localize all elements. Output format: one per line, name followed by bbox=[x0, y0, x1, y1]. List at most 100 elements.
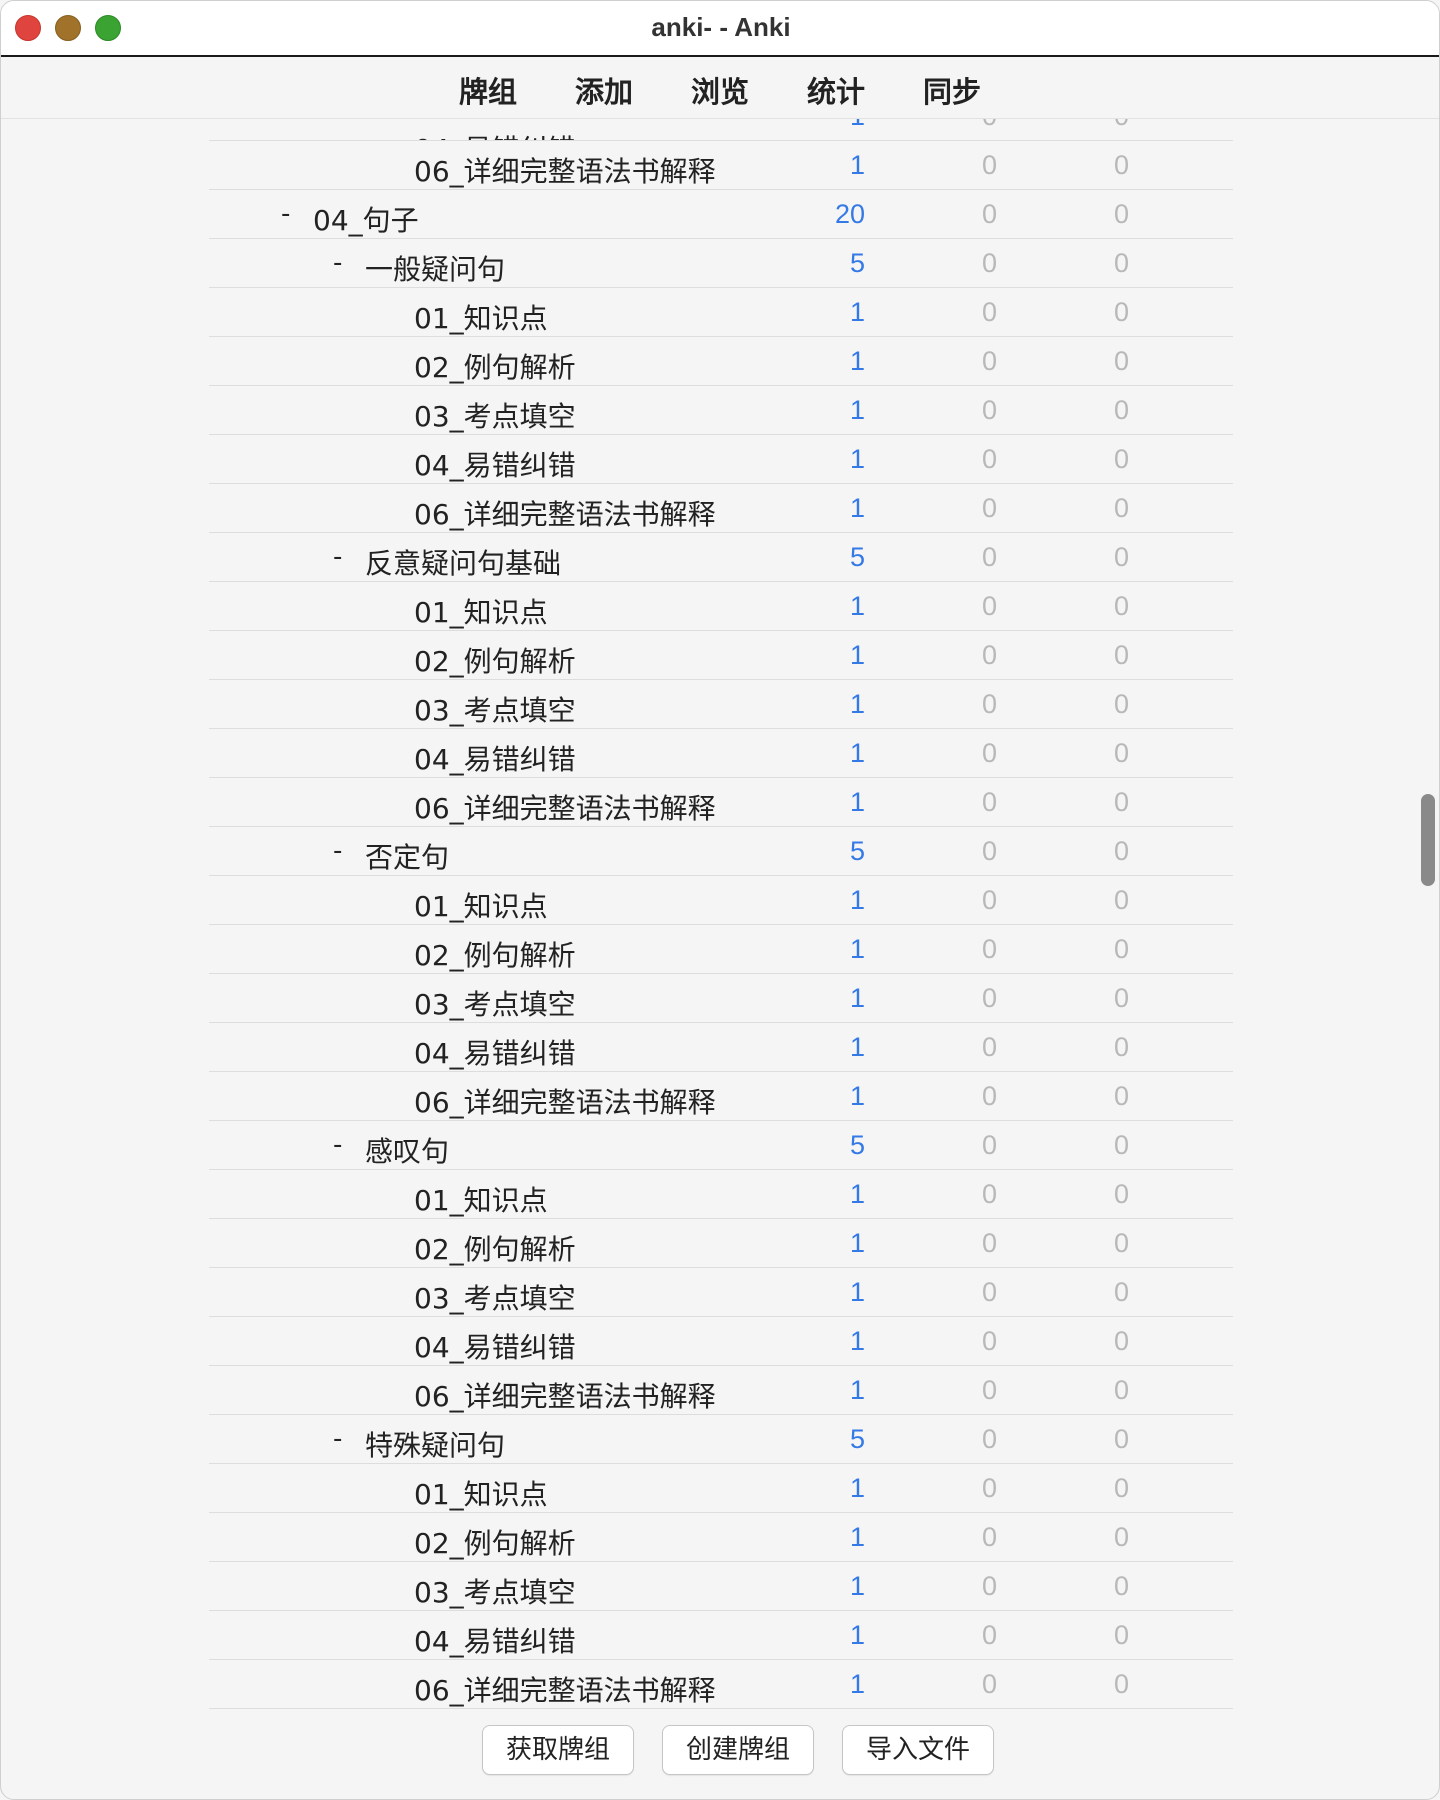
deck-name[interactable]: 感叹句 bbox=[365, 1130, 449, 1170]
deck-name[interactable]: 反意疑问句基础 bbox=[365, 542, 561, 582]
deck-row[interactable]: 01_知识点 1 0 0 bbox=[209, 1170, 1233, 1219]
deck-row[interactable]: 03_考点填空 1 0 0 bbox=[209, 1268, 1233, 1317]
deck-row[interactable]: 03_考点填空 1 0 0 bbox=[209, 1562, 1233, 1611]
due-count: 0 bbox=[1113, 787, 1129, 817]
due-count: 0 bbox=[1113, 444, 1129, 474]
toolbar-sync[interactable]: 同步 bbox=[917, 67, 987, 113]
deck-name[interactable]: 02_例句解析 bbox=[414, 1522, 576, 1562]
new-count: 1 bbox=[849, 983, 865, 1013]
deck-row[interactable]: 01_知识点 1 0 0 bbox=[209, 876, 1233, 925]
due-count: 0 bbox=[1113, 1424, 1129, 1454]
learn-count: 0 bbox=[981, 1326, 997, 1356]
deck-row[interactable]: 04_易错纠错 1 0 0 bbox=[209, 1317, 1233, 1366]
deck-browser: 04_易错纠错 1 0 0 06_详细完整语法书解释100-04_句子2000-… bbox=[1, 119, 1439, 1799]
deck-name[interactable]: 01_知识点 bbox=[414, 1179, 548, 1219]
deck-row[interactable]: 01_知识点 1 0 0 bbox=[209, 582, 1233, 631]
create-deck-button[interactable]: 创建牌组 bbox=[662, 1725, 814, 1775]
deck-name[interactable]: 04_易错纠错 bbox=[414, 1326, 576, 1366]
deck-row[interactable]: 02_例句解析 1 0 0 bbox=[209, 925, 1233, 974]
learn-count: 0 bbox=[981, 1571, 997, 1601]
toolbar-stats[interactable]: 统计 bbox=[801, 67, 871, 113]
deck-row[interactable]: 03_考点填空 1 0 0 bbox=[209, 974, 1233, 1023]
deck-row[interactable]: 01_知识点 1 0 0 bbox=[209, 288, 1233, 337]
deck-row[interactable]: 04_易错纠错 1 0 0 bbox=[209, 119, 1233, 141]
deck-row[interactable]: 06_详细完整语法书解释 1 0 0 bbox=[209, 1366, 1233, 1415]
deck-row[interactable]: - 一般疑问句 5 0 0 bbox=[209, 239, 1233, 288]
new-count: 5 bbox=[849, 248, 865, 278]
deck-name[interactable]: 01_知识点 bbox=[414, 297, 548, 337]
deck-row[interactable]: 06_详细完整语法书解释 1 0 0 bbox=[209, 778, 1233, 827]
new-count: 1 bbox=[849, 1620, 865, 1650]
deck-row[interactable]: 01_知识点 1 0 0 bbox=[209, 1464, 1233, 1513]
deck-row[interactable]: 02_例句解析 1 0 0 bbox=[209, 1219, 1233, 1268]
get-shared-button[interactable]: 获取牌组 bbox=[482, 1725, 634, 1775]
vertical-scrollbar[interactable] bbox=[1421, 794, 1435, 886]
collapse-toggle[interactable]: - bbox=[333, 1130, 342, 1160]
toolbar-decks[interactable]: 牌组 bbox=[453, 67, 523, 113]
window-title: anki- - Anki bbox=[651, 12, 791, 42]
deck-name[interactable]: 02_例句解析 bbox=[414, 934, 576, 974]
deck-row[interactable]: 02_例句解析 1 0 0 bbox=[209, 1513, 1233, 1562]
deck-row[interactable]: - 特殊疑问句 5 0 0 bbox=[209, 1415, 1233, 1464]
deck-name[interactable]: 03_考点填空 bbox=[414, 1571, 576, 1611]
learn-count: 0 bbox=[981, 1620, 997, 1650]
deck-row[interactable]: 06_详细完整语法书解释 1 0 0 bbox=[209, 484, 1233, 533]
deck-name[interactable]: 04_易错纠错 bbox=[414, 738, 576, 778]
deck-name[interactable]: 04_易错纠错 bbox=[414, 1620, 576, 1660]
deck-row[interactable]: 06_详细完整语法书解释 1 0 0 bbox=[209, 1660, 1233, 1709]
collapse-toggle[interactable]: - bbox=[333, 836, 342, 866]
learn-count: 0 bbox=[981, 885, 997, 915]
toolbar-browse[interactable]: 浏览 bbox=[685, 67, 755, 113]
deck-row[interactable]: 04_易错纠错 1 0 0 bbox=[209, 1023, 1233, 1072]
deck-name[interactable]: 特殊疑问句 bbox=[365, 1424, 505, 1464]
deck-name[interactable]: 04_易错纠错 bbox=[414, 1032, 576, 1072]
deck-row[interactable]: 02_例句解析 1 0 0 bbox=[209, 631, 1233, 680]
deck-name[interactable]: 03_考点填空 bbox=[414, 983, 576, 1023]
deck-name[interactable]: 一般疑问句 bbox=[365, 248, 505, 288]
deck-name[interactable]: 02_例句解析 bbox=[414, 640, 576, 680]
due-count: 0 bbox=[1113, 493, 1129, 523]
deck-name[interactable]: 01_知识点 bbox=[414, 1473, 548, 1513]
deck-name[interactable]: 02_例句解析 bbox=[414, 1228, 576, 1268]
deck-name[interactable]: 04_易错纠错 bbox=[414, 444, 576, 484]
deck-row[interactable]: 03_考点填空 1 0 0 bbox=[209, 680, 1233, 729]
deck-name[interactable]: 06_详细完整语法书解释 bbox=[414, 787, 716, 827]
collapse-toggle[interactable]: - bbox=[333, 542, 342, 572]
deck-name[interactable]: 否定句 bbox=[365, 836, 449, 876]
deck-row[interactable]: - 反意疑问句基础 5 0 0 bbox=[209, 533, 1233, 582]
deck-name[interactable]: 06_详细完整语法书解释 bbox=[414, 1375, 716, 1415]
deck-name[interactable]: 06_详细完整语法书解释 bbox=[414, 1081, 716, 1121]
deck-row[interactable]: - 否定句 5 0 0 bbox=[209, 827, 1233, 876]
deck-row[interactable]: 04_易错纠错 1 0 0 bbox=[209, 729, 1233, 778]
deck-name[interactable]: 03_考点填空 bbox=[414, 395, 576, 435]
deck-name[interactable]: 01_知识点 bbox=[414, 885, 548, 925]
toolbar-add[interactable]: 添加 bbox=[569, 67, 639, 113]
deck-row[interactable]: 02_例句解析 1 0 0 bbox=[209, 337, 1233, 386]
deck-row[interactable]: 04_易错纠错 1 0 0 bbox=[209, 1611, 1233, 1660]
import-file-button[interactable]: 导入文件 bbox=[842, 1725, 994, 1775]
collapse-toggle[interactable]: - bbox=[333, 248, 342, 278]
deck-name[interactable]: 06_详细完整语法书解释 bbox=[414, 1669, 716, 1709]
deck-name[interactable]: 06_详细完整语法书解释 bbox=[414, 493, 716, 533]
due-count: 0 bbox=[1113, 1130, 1129, 1160]
deck-name[interactable]: 04_易错纠错 bbox=[414, 128, 576, 140]
deck-row[interactable]: -04_句子 20 0 0 bbox=[209, 190, 1233, 239]
deck-name[interactable]: 03_考点填空 bbox=[414, 1277, 576, 1317]
deck-row[interactable]: 06_详细完整语法书解释 1 0 0 bbox=[209, 1072, 1233, 1121]
deck-row[interactable]: - 感叹句 5 0 0 bbox=[209, 1121, 1233, 1170]
collapse-toggle[interactable]: - bbox=[333, 1424, 342, 1454]
deck-name[interactable]: 06_详细完整语法书解释 bbox=[414, 150, 716, 190]
deck-row[interactable]: 04_易错纠错 1 0 0 bbox=[209, 435, 1233, 484]
due-count: 0 bbox=[1113, 738, 1129, 768]
collapse-toggle[interactable]: - bbox=[281, 199, 290, 229]
deck-name[interactable]: 03_考点填空 bbox=[414, 689, 576, 729]
deck-name[interactable]: 01_知识点 bbox=[414, 591, 548, 631]
deck-row[interactable]: 06_详细完整语法书解释 1 0 0 bbox=[209, 141, 1233, 190]
new-count: 1 bbox=[849, 1375, 865, 1405]
deck-name[interactable]: 04_句子 bbox=[313, 199, 419, 239]
deck-row[interactable]: 03_考点填空 1 0 0 bbox=[209, 386, 1233, 435]
deck-name[interactable]: 02_例句解析 bbox=[414, 346, 576, 386]
new-count: 1 bbox=[849, 297, 865, 327]
new-count: 1 bbox=[849, 1032, 865, 1062]
learn-count: 0 bbox=[981, 150, 997, 180]
